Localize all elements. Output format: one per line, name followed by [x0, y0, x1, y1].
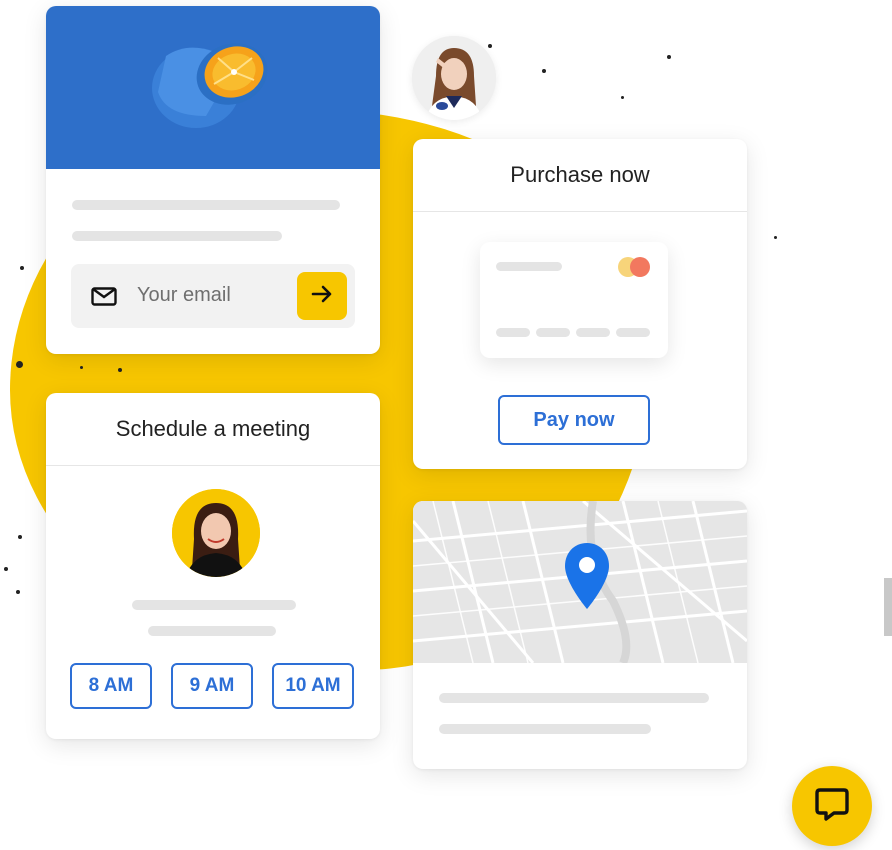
- placeholder-line: [536, 328, 570, 337]
- map-card: [413, 501, 747, 769]
- envelope-icon: [91, 287, 117, 311]
- schedule-card-title: Schedule a meeting: [46, 393, 380, 466]
- placeholder-line: [439, 693, 709, 703]
- placeholder-line: [72, 231, 282, 241]
- placeholder-line: [72, 200, 340, 210]
- email-field[interactable]: Your email: [71, 264, 355, 328]
- newsletter-card: Your email: [46, 6, 380, 354]
- placeholder-line: [576, 328, 610, 337]
- time-slot-9am[interactable]: 9 AM: [171, 663, 253, 709]
- avatar: [412, 36, 496, 120]
- placeholder-line: [496, 328, 530, 337]
- placeholder-line: [496, 262, 562, 271]
- placeholder-line: [616, 328, 650, 337]
- time-slot-10am[interactable]: 10 AM: [272, 663, 354, 709]
- scrollbar-thumb[interactable]: [884, 578, 892, 636]
- chat-widget-button[interactable]: [792, 766, 872, 846]
- map-pin-icon[interactable]: [563, 541, 611, 616]
- credit-card-icon: [480, 242, 668, 358]
- arrow-right-icon: [311, 284, 333, 309]
- placeholder-line: [439, 724, 651, 734]
- chat-bubble-icon: [814, 786, 850, 827]
- purchase-card-title: Purchase now: [413, 139, 747, 212]
- pay-now-button[interactable]: Pay now: [498, 395, 650, 445]
- placeholder-line: [132, 600, 296, 610]
- placeholder-line: [148, 626, 276, 636]
- email-placeholder: Your email: [137, 284, 231, 306]
- schedule-card: Schedule a meeting 8 AM 9 AM 10 AM: [46, 393, 380, 739]
- avatar: [172, 489, 260, 577]
- purchase-card: Purchase now Pay now: [413, 139, 747, 469]
- mastercard-logo-icon: [616, 256, 652, 283]
- orange-photo: [46, 6, 380, 169]
- time-slot-8am[interactable]: 8 AM: [70, 663, 152, 709]
- submit-email-button[interactable]: [297, 272, 347, 320]
